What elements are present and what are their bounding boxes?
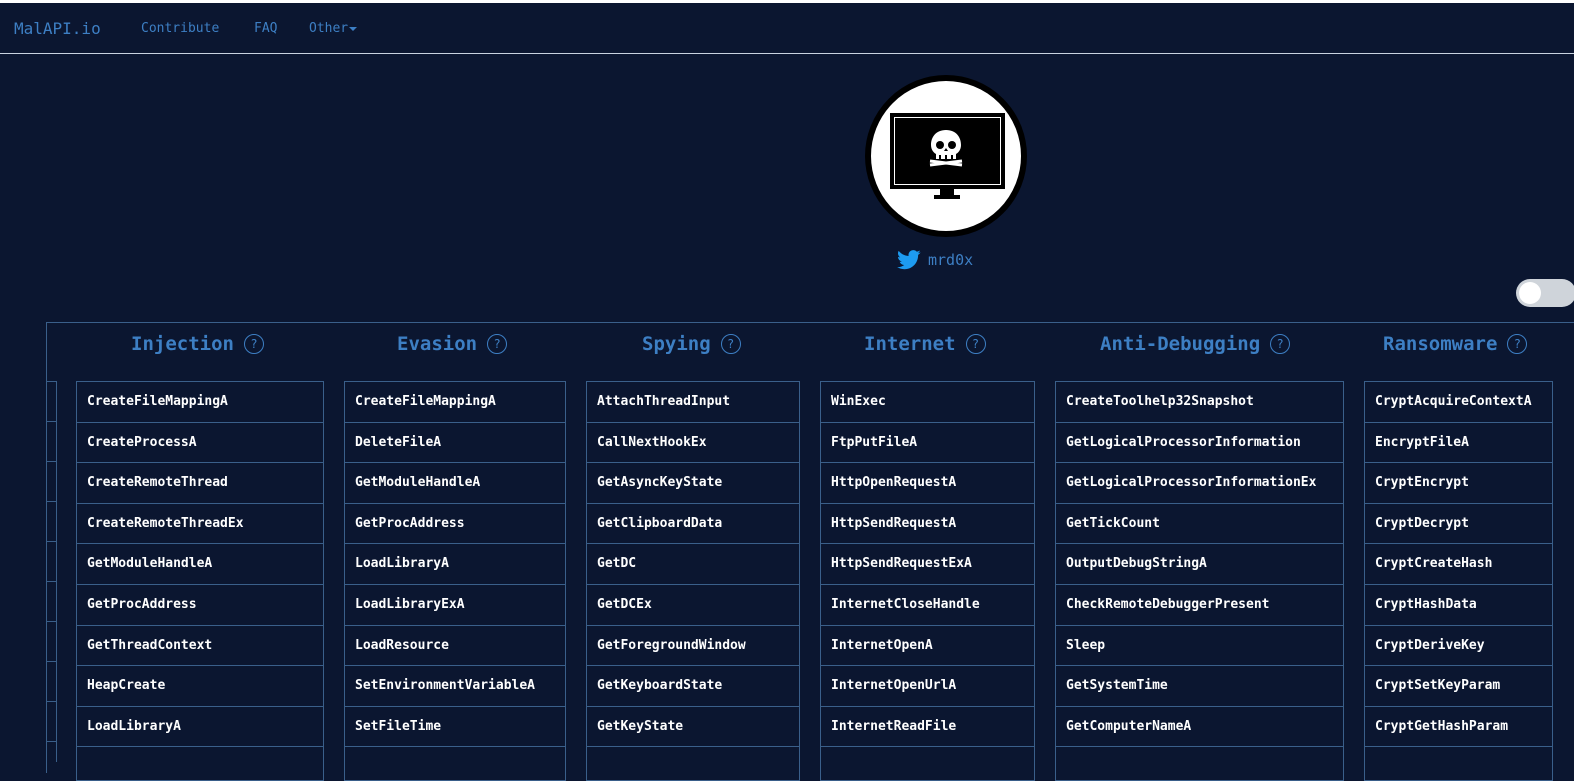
api-link[interactable]: LoadResource [345, 626, 565, 667]
navbar: MalAPI.io Contribute FAQ Other [0, 3, 1574, 54]
header-injection-label[interactable]: Injection [131, 333, 234, 355]
column-evasion: CreateFileMappingA DeleteFileA GetModule… [344, 381, 566, 781]
header-evasion: Evasion? [397, 333, 508, 355]
api-link[interactable]: GetLogicalProcessorInformationEx [1056, 463, 1343, 504]
api-link[interactable]: SetFileTime [345, 707, 565, 748]
column-injection: CreateFileMappingA CreateProcessA Create… [76, 381, 324, 781]
api-link[interactable]: Sleep [1056, 626, 1343, 667]
api-link[interactable]: InternetOpenA [821, 626, 1034, 667]
header-internet-label[interactable]: Internet [864, 333, 956, 355]
api-link[interactable]: CryptDeriveKey [1365, 626, 1552, 667]
api-link[interactable]: GetDCEx [587, 585, 799, 626]
api-link[interactable]: HttpSendRequestA [821, 504, 1034, 545]
api-link[interactable]: GetKeyboardState [587, 666, 799, 707]
api-link[interactable]: GetTickCount [1056, 504, 1343, 545]
header-injection: Injection? [131, 333, 264, 355]
api-link[interactable]: InternetOpenUrlA [821, 666, 1034, 707]
api-link[interactable]: GetKeyState [587, 707, 799, 748]
api-link[interactable]: AttachThreadInput [587, 382, 799, 423]
header-anti-debugging: Anti-Debugging? [1100, 333, 1291, 355]
api-link[interactable]: CallNextHookEx [587, 423, 799, 464]
nav-other-dropdown[interactable]: Other [309, 21, 358, 36]
api-link[interactable]: GetLogicalProcessorInformation [1056, 423, 1343, 464]
header-anti-debugging-label[interactable]: Anti-Debugging [1100, 333, 1260, 355]
api-link[interactable]: GetAsyncKeyState [587, 463, 799, 504]
api-link[interactable]: InternetReadFile [821, 707, 1034, 748]
api-link[interactable]: CryptGetHashParam [1365, 707, 1552, 748]
column-internet: WinExec FtpPutFileA HttpOpenRequestA Htt… [820, 381, 1035, 781]
api-link[interactable]: GetClipboardData [587, 504, 799, 545]
column-ransomware: CryptAcquireContextA EncryptFileA CryptE… [1364, 381, 1553, 781]
api-link[interactable]: CreateRemoteThreadEx [77, 504, 323, 545]
api-link[interactable]: CryptHashData [1365, 585, 1552, 626]
api-link[interactable]: EncryptFileA [1365, 423, 1552, 464]
api-link[interactable]: HeapCreate [77, 666, 323, 707]
api-link[interactable]: GetDC [587, 544, 799, 585]
toggle-knob [1519, 282, 1541, 304]
api-link[interactable]: GetProcAddress [77, 585, 323, 626]
header-ransomware-label[interactable]: Ransomware [1383, 333, 1497, 355]
twitter-handle-link[interactable]: mrd0x [928, 251, 973, 269]
header-ransomware: Ransomware? [1383, 333, 1528, 355]
help-icon[interactable]: ? [487, 334, 508, 354]
api-link[interactable]: DeleteFileA [345, 423, 565, 464]
column-spying: AttachThreadInput CallNextHookEx GetAsyn… [586, 381, 800, 781]
help-icon[interactable]: ? [965, 334, 986, 354]
nav-other-label: Other [309, 21, 349, 36]
caret-down-icon [349, 26, 358, 31]
api-link[interactable]: GetThreadContext [77, 626, 323, 667]
nav-faq-link[interactable]: FAQ [254, 21, 277, 36]
avatar [865, 75, 1027, 237]
api-link[interactable]: GetForegroundWindow [587, 626, 799, 667]
api-link[interactable]: CryptDecrypt [1365, 504, 1552, 545]
api-link[interactable]: CheckRemoteDebuggerPresent [1056, 585, 1343, 626]
api-link[interactable]: CreateFileMappingA [345, 382, 565, 423]
header-spying-label[interactable]: Spying [642, 333, 711, 355]
api-link[interactable]: CryptAcquireContextA [1365, 382, 1552, 423]
help-icon[interactable]: ? [720, 334, 741, 354]
api-link[interactable]: SetEnvironmentVariableA [345, 666, 565, 707]
brand-link[interactable]: MalAPI.io [14, 19, 101, 38]
api-link[interactable]: LoadLibraryA [345, 544, 565, 585]
api-link[interactable]: InternetCloseHandle [821, 585, 1034, 626]
nav-contribute-link[interactable]: Contribute [141, 21, 219, 36]
theme-toggle[interactable] [1516, 279, 1574, 307]
api-link[interactable]: CryptSetKeyParam [1365, 666, 1552, 707]
twitter-icon[interactable] [897, 249, 921, 271]
api-link[interactable]: CreateToolhelp32Snapshot [1056, 382, 1343, 423]
help-icon[interactable]: ? [243, 334, 264, 354]
api-link[interactable]: HttpSendRequestExA [821, 544, 1034, 585]
api-link[interactable]: GetModuleHandleA [77, 544, 323, 585]
api-link[interactable]: GetModuleHandleA [345, 463, 565, 504]
header-evasion-label[interactable]: Evasion [397, 333, 477, 355]
hidden-column-edge [46, 381, 57, 762]
api-link[interactable]: LoadLibraryExA [345, 585, 565, 626]
header-spying: Spying? [642, 333, 741, 355]
api-link[interactable]: GetComputerNameA [1056, 707, 1343, 748]
api-link[interactable]: GetProcAddress [345, 504, 565, 545]
api-link[interactable]: OutputDebugStringA [1056, 544, 1343, 585]
api-link[interactable]: CreateFileMappingA [77, 382, 323, 423]
api-link[interactable]: CryptCreateHash [1365, 544, 1552, 585]
column-anti-debugging: CreateToolhelp32Snapshot GetLogicalProce… [1055, 381, 1344, 781]
api-link[interactable]: GetSystemTime [1056, 666, 1343, 707]
api-link[interactable]: HttpOpenRequestA [821, 463, 1034, 504]
api-link[interactable]: CryptEncrypt [1365, 463, 1552, 504]
api-link[interactable]: WinExec [821, 382, 1034, 423]
api-link[interactable]: CreateRemoteThread [77, 463, 323, 504]
api-link[interactable]: CreateProcessA [77, 423, 323, 464]
help-icon[interactable]: ? [1507, 334, 1528, 354]
api-link[interactable]: FtpPutFileA [821, 423, 1034, 464]
monitor-icon [890, 113, 1005, 199]
api-link[interactable]: LoadLibraryA [77, 707, 323, 748]
skull-icon [929, 130, 963, 167]
header-internet: Internet? [864, 333, 986, 355]
help-icon[interactable]: ? [1270, 334, 1291, 354]
